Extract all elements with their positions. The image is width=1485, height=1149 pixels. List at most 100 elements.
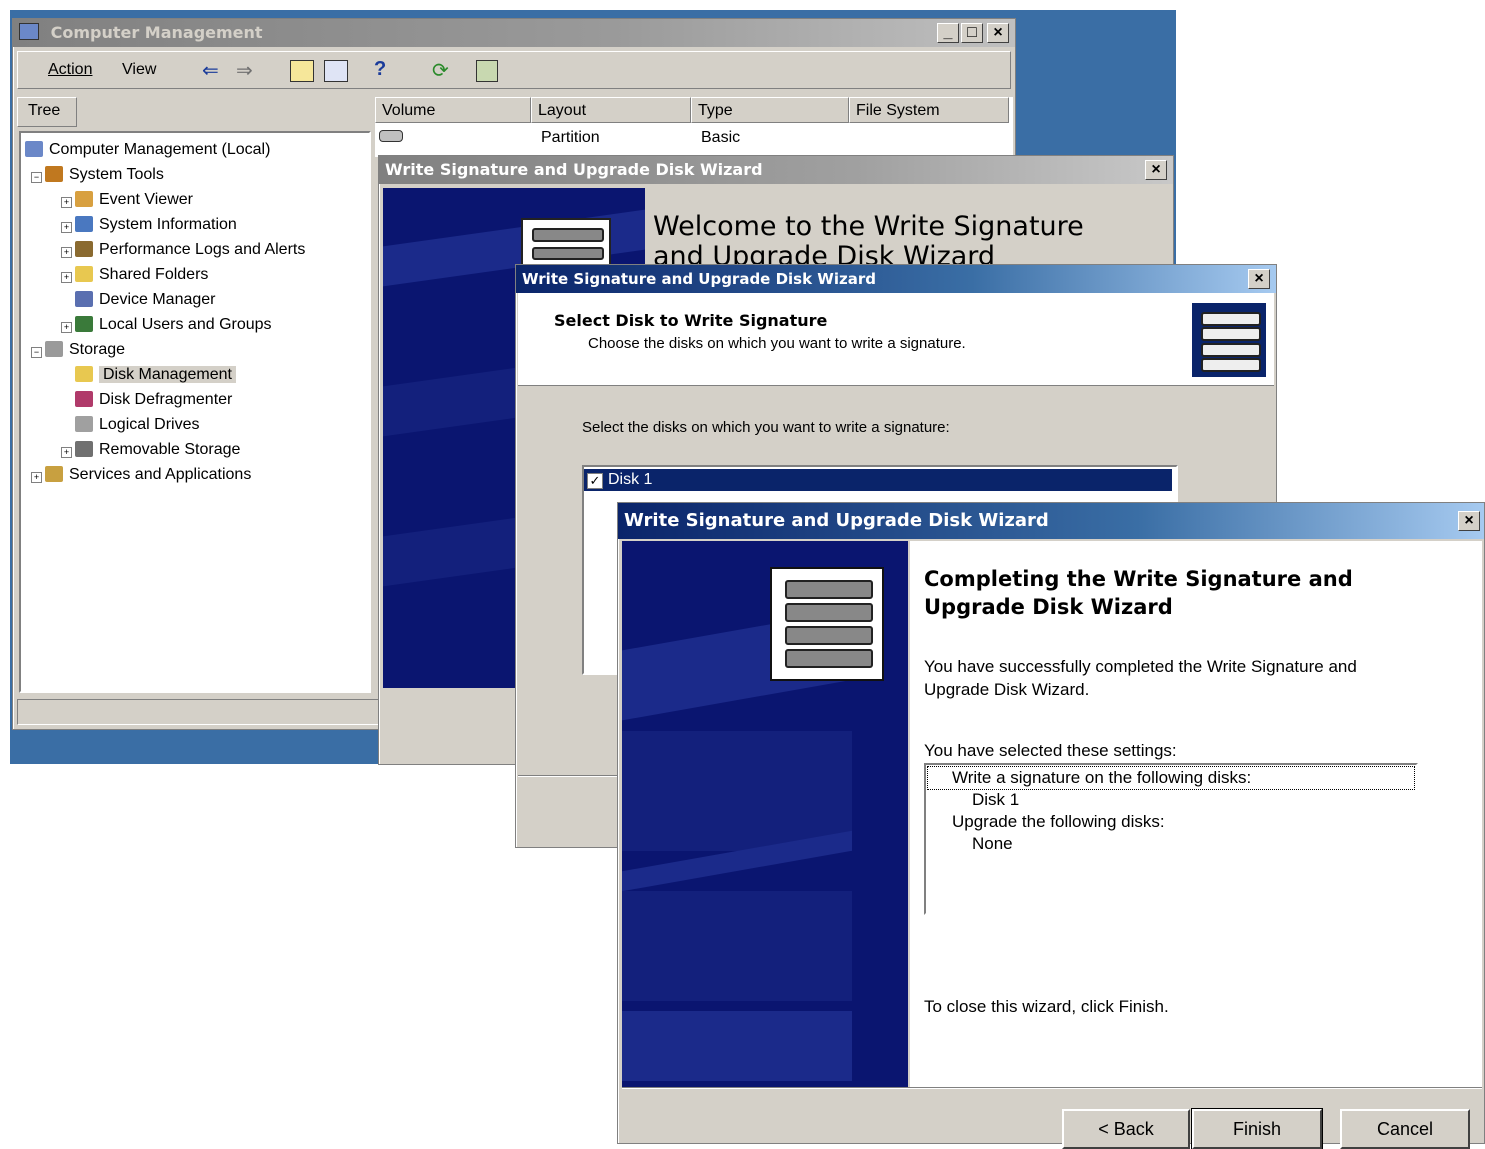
minimize-button[interactable]: _ <box>937 23 959 43</box>
storage-icon <box>45 341 63 357</box>
wizard1-title-bar[interactable]: Write Signature and Upgrade Disk Wizard <box>379 156 1173 184</box>
list-item-disk-1[interactable]: ✓ Disk 1 <box>584 469 1172 491</box>
message-line: Upgrade Disk Wizard. <box>924 680 1090 699</box>
expand-icon[interactable]: + <box>61 222 72 233</box>
tree-item-label: Shared Folders <box>99 266 209 283</box>
tree-item-label: System Tools <box>69 166 164 183</box>
cm-title-bar[interactable]: Computer Management <box>13 19 1015 47</box>
tree-item-disk-defragmenter[interactable]: Disk Defragmenter <box>75 389 232 411</box>
tree-item-root[interactable]: Computer Management (Local) <box>25 139 270 161</box>
close-hint: To close this wizard, click Finish. <box>924 997 1169 1016</box>
device-manager-icon <box>75 291 93 307</box>
table-row[interactable]: Partition Basic <box>375 127 1009 151</box>
system-info-icon <box>75 216 93 232</box>
tree-item-storage[interactable]: Storage <box>45 339 125 361</box>
column-header-layout[interactable]: Layout <box>531 97 691 123</box>
menu-view[interactable]: View <box>122 61 156 79</box>
tree-item-performance-logs[interactable]: Performance Logs and Alerts <box>75 239 305 261</box>
wizard2-title-bar[interactable]: Write Signature and Upgrade Disk Wizard <box>516 265 1276 293</box>
disk-management-icon <box>75 366 93 382</box>
refresh-icon[interactable]: ⟳ <box>432 58 449 83</box>
wizard2-close-button[interactable]: × <box>1248 269 1270 289</box>
tab-tree[interactable]: Tree <box>17 97 77 127</box>
tree-item-label: Device Manager <box>99 291 216 308</box>
cancel-button[interactable]: Cancel <box>1340 1109 1470 1149</box>
maximize-button[interactable]: □ <box>961 23 983 43</box>
shared-folder-icon <box>75 266 93 282</box>
back-arrow-icon[interactable]: ⇐ <box>202 58 219 83</box>
tree-item-label: Event Viewer <box>99 191 193 208</box>
disk-stack-icon <box>1192 303 1266 377</box>
tree-item-event-viewer[interactable]: Event Viewer <box>75 189 193 211</box>
settings-line: Write a signature on the following disks… <box>927 766 1415 790</box>
expand-icon[interactable]: + <box>61 322 72 333</box>
tree-item-logical-drives[interactable]: Logical Drives <box>75 414 199 436</box>
column-label: Type <box>698 102 733 119</box>
cm-title: Computer Management <box>50 23 263 42</box>
tree-item-shared-folders[interactable]: Shared Folders <box>75 264 208 286</box>
wizard1-heading: Welcome to the Write Signature and Upgra… <box>653 212 1084 272</box>
tree-item-label: Performance Logs and Alerts <box>99 241 306 258</box>
tree-item-device-manager[interactable]: Device Manager <box>75 289 216 311</box>
tree-item-removable-storage[interactable]: Removable Storage <box>75 439 240 461</box>
tree-item-label: Disk Defragmenter <box>99 391 233 408</box>
tree-item-services-applications[interactable]: Services and Applications <box>45 464 251 486</box>
tree-pane[interactable]: Computer Management (Local) − System Too… <box>19 131 371 693</box>
expand-icon[interactable]: + <box>61 272 72 283</box>
wizard3-content: Completing the Write Signature and Upgra… <box>910 541 1482 1087</box>
expand-icon[interactable]: + <box>61 247 72 258</box>
tree-item-local-users[interactable]: Local Users and Groups <box>75 314 272 336</box>
wizard3-title-bar[interactable]: Write Signature and Upgrade Disk Wizard <box>618 503 1484 539</box>
disk-stack-icon <box>770 567 884 681</box>
removable-storage-icon <box>75 441 93 457</box>
tree-item-label: System Information <box>99 216 237 233</box>
column-header-type[interactable]: Type <box>691 97 849 123</box>
cm-toolbar: Action View ⇐ ⇒ ? ⟳ <box>17 51 1011 89</box>
expand-icon[interactable]: + <box>61 447 72 458</box>
tree-item-label: Logical Drives <box>99 416 200 433</box>
export-list-icon[interactable] <box>476 60 498 82</box>
disk-checkbox[interactable]: ✓ <box>587 473 603 489</box>
expand-icon[interactable]: + <box>31 472 42 483</box>
heading-line: Completing the Write Signature and <box>924 567 1353 591</box>
settings-line: None <box>972 834 1013 853</box>
forward-arrow-icon[interactable]: ⇒ <box>236 58 253 83</box>
up-folder-icon[interactable] <box>290 60 314 82</box>
finish-button[interactable]: Finish <box>1191 1108 1323 1149</box>
back-button-label: < Back <box>1098 1119 1154 1139</box>
tree-item-label: Computer Management (Local) <box>49 141 271 158</box>
wizard1-close-button[interactable]: × <box>1145 160 1167 180</box>
decorative-shelf <box>622 1011 852 1081</box>
heading-line: Welcome to the Write Signature <box>653 211 1084 242</box>
column-header-volume[interactable]: Volume <box>375 97 531 123</box>
collapse-icon[interactable]: − <box>31 172 42 183</box>
message-line: You have successfully completed the Writ… <box>924 657 1357 676</box>
close-button[interactable]: × <box>987 23 1009 43</box>
column-label: File System <box>856 102 940 119</box>
computer-icon <box>25 141 43 157</box>
wizard2-prompt: Select the disks on which you want to wr… <box>582 419 950 436</box>
column-header-file-system[interactable]: File System <box>849 97 1009 123</box>
settings-line: Disk 1 <box>972 790 1020 809</box>
services-icon <box>45 466 63 482</box>
layout-cell: Partition <box>541 129 600 146</box>
settings-list[interactable]: Write a signature on the following disks… <box>924 763 1418 915</box>
volume-list[interactable]: Volume Layout Type File System Partition… <box>375 97 1013 157</box>
menu-action[interactable]: Action <box>48 61 92 79</box>
help-icon[interactable]: ? <box>374 58 386 81</box>
tree-item-system-information[interactable]: System Information <box>75 214 237 236</box>
collapse-icon[interactable]: − <box>31 347 42 358</box>
show-hide-tree-icon[interactable] <box>324 60 348 82</box>
wizard1-title: Write Signature and Upgrade Disk Wizard <box>385 160 763 179</box>
type-cell: Basic <box>701 129 741 146</box>
tree-item-disk-management[interactable]: Disk Management <box>75 364 236 386</box>
tree-item-system-tools[interactable]: System Tools <box>45 164 164 186</box>
users-icon <box>75 316 93 332</box>
wizard3-close-button[interactable]: × <box>1458 511 1480 531</box>
drive-icon <box>75 416 93 432</box>
tree-item-label: Local Users and Groups <box>99 316 272 333</box>
decorative-shelf <box>622 731 852 851</box>
expand-icon[interactable]: + <box>61 197 72 208</box>
column-label: Layout <box>538 102 587 119</box>
back-button[interactable]: < Back <box>1062 1109 1190 1149</box>
